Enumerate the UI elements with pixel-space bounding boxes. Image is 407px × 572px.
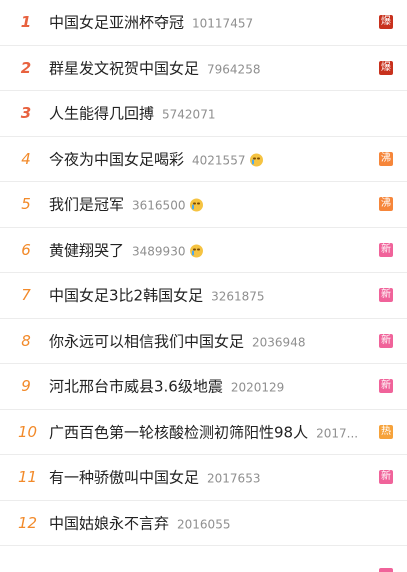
hot-badge: 沸 (379, 151, 393, 166)
rank-number: 4 (21, 149, 31, 168)
item-count: 10117457 (192, 16, 254, 31)
item-count: 2016055 (177, 517, 231, 532)
item-title[interactable]: 我们是冠军 (49, 196, 124, 214)
item-text: 河北邢台市威县3.6级地震 2020129 (49, 376, 367, 397)
list-item-partial[interactable]: 13 (0, 546, 407, 572)
rank-number: 11 (18, 468, 38, 487)
hot-badge: 沸 (379, 197, 393, 212)
hot-search-list: 1 中国女足亚洲杯夺冠 10117457 爆 2 群星发文祝贺中国女足 7964258 爆 3 人… (0, 0, 407, 546)
crying-emoji-icon (190, 244, 204, 258)
rank-number: 9 (21, 377, 31, 396)
item-title[interactable]: 河北邢台市威县3.6级地震 (49, 378, 223, 396)
list-item[interactable]: 11 有一种骄傲叫中国女足 2017653 新 (0, 455, 407, 501)
item-count: 7964258 (207, 62, 261, 77)
crying-emoji-icon (190, 198, 204, 212)
item-text: 今夜为中国女足喝彩 4021557 (49, 148, 367, 169)
item-count: 3489930 (132, 244, 186, 259)
rank-number: 6 (21, 240, 31, 259)
rank-number: 5 (21, 195, 31, 214)
hot-badge: 新 (379, 242, 393, 257)
list-item[interactable]: 1 中国女足亚洲杯夺冠 10117457 爆 (0, 0, 407, 46)
item-title[interactable]: 今夜为中国女足喝彩 (49, 150, 184, 168)
item-text: 中国女足3比2韩国女足 3261875 (49, 285, 367, 306)
item-count: 3616500 (132, 198, 186, 213)
rank-number: 2 (20, 58, 32, 77)
list-item[interactable]: 9 河北邢台市威县3.6级地震 2020129 新 (0, 364, 407, 410)
hot-badge: 热 (379, 424, 393, 439)
hot-badge: 新 (379, 470, 393, 485)
item-count: 5742071 (162, 107, 216, 122)
item-count: 2017653 (207, 471, 261, 486)
rank-number: 3 (20, 104, 32, 123)
hot-badge: 新 (379, 288, 393, 303)
item-text: 人生能得几回搏 5742071 (49, 103, 367, 124)
item-title[interactable]: 人生能得几回搏 (49, 105, 154, 123)
rank-number: 7 (21, 286, 31, 305)
rank-number: 10 (18, 422, 38, 441)
item-title[interactable]: 中国女足亚洲杯夺冠 (49, 14, 184, 32)
item-text: 黄健翔哭了 3489930 (49, 239, 367, 260)
item-text: 群星发文祝贺中国女足 7964258 (49, 57, 367, 78)
list-item[interactable]: 6 黄健翔哭了 3489930 新 (0, 228, 407, 273)
hot-badge: 新 (379, 333, 393, 348)
item-title[interactable]: 中国姑娘永不言弃 (49, 514, 169, 532)
item-text: 你永远可以相信我们中国女足 2036948 (49, 330, 367, 351)
list-item[interactable]: 5 我们是冠军 3616500 沸 (0, 182, 407, 228)
item-count: 2017... (316, 426, 359, 441)
item-text: 有一种骄傲叫中国女足 2017653 (49, 467, 367, 488)
crying-emoji-icon (250, 153, 264, 167)
item-text: 我们是冠军 3616500 (49, 194, 367, 215)
item-count: 2020129 (230, 380, 285, 395)
list-item[interactable]: 10 广西百色第一轮核酸检测初筛阳性98人 2017... 热 (0, 410, 407, 455)
item-text: 中国女足亚洲杯夺冠 10117457 (49, 12, 367, 33)
item-count: 3261875 (211, 289, 265, 304)
hot-badge: 爆 (379, 60, 393, 75)
item-text: 中国姑娘永不言弃 2016055 (49, 512, 367, 533)
rank-number: 8 (21, 331, 31, 350)
rank-number: 12 (18, 513, 38, 532)
item-title[interactable]: 群星发文祝贺中国女足 (49, 59, 199, 77)
item-title[interactable]: 中国女足3比2韩国女足 (49, 287, 203, 305)
item-title[interactable]: 黄健翔哭了 (49, 241, 124, 259)
list-item[interactable]: 2 群星发文祝贺中国女足 7964258 爆 (0, 46, 407, 91)
item-text: 广西百色第一轮核酸检测初筛阳性98人 2017... (49, 421, 367, 442)
hot-badge: 爆 (379, 15, 393, 30)
list-item[interactable]: 7 中国女足3比2韩国女足 3261875 新 (0, 273, 407, 319)
list-item[interactable]: 4 今夜为中国女足喝彩 4021557 沸 (0, 137, 407, 182)
list-item[interactable]: 8 你永远可以相信我们中国女足 2036948 新 (0, 319, 407, 364)
item-count: 4021557 (192, 153, 246, 168)
item-title[interactable]: 有一种骄傲叫中国女足 (49, 469, 199, 487)
list-item[interactable]: 3 人生能得几回搏 5742071 (0, 91, 407, 137)
item-title[interactable]: 广西百色第一轮核酸检测初筛阳性98人 (49, 423, 308, 441)
rank-number: 1 (20, 13, 32, 32)
item-count: 2036948 (252, 335, 306, 350)
item-title[interactable]: 你永远可以相信我们中国女足 (49, 332, 244, 350)
badge-new (379, 568, 393, 572)
hot-badge: 新 (379, 379, 393, 394)
list-item[interactable]: 12 中国姑娘永不言弃 2016055 (0, 501, 407, 546)
